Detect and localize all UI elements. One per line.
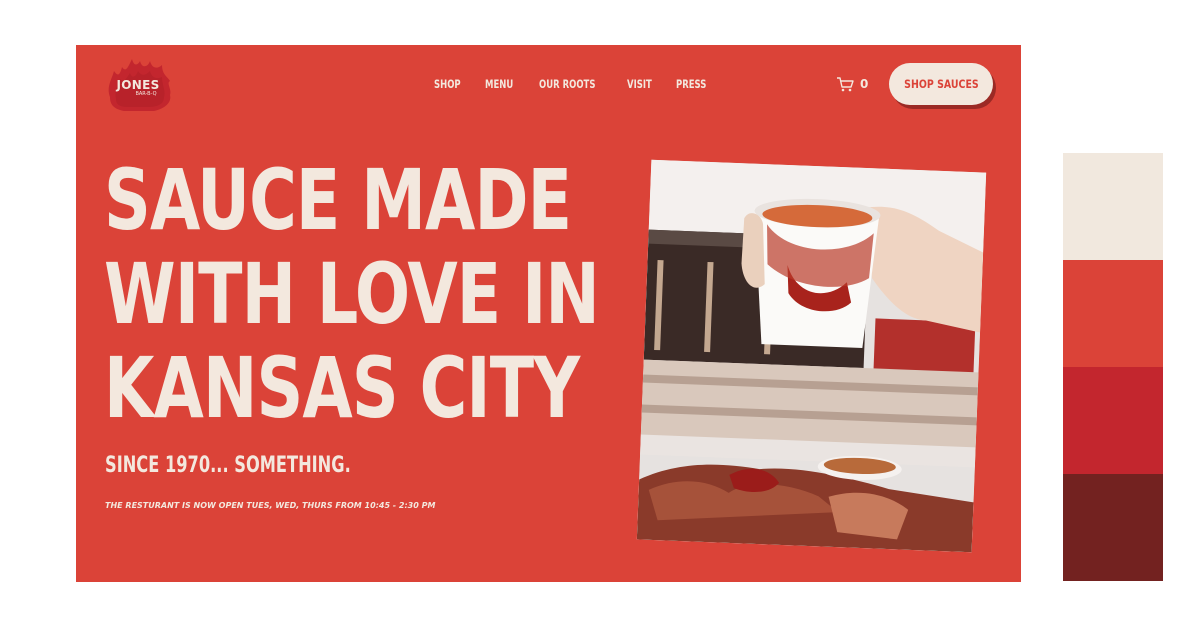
color-palette [1063, 153, 1163, 581]
shop-sauces-button[interactable]: SHOP SAUCES [889, 63, 993, 105]
palette-swatch-red [1063, 260, 1163, 367]
headline-line-3: KANSAS CITY [104, 339, 580, 437]
hero-tagline: SINCE 1970... SOMETHING. [105, 453, 351, 478]
nav-item-shop[interactable]: SHOP [434, 77, 461, 91]
brand-logo[interactable]: JONES BAR-B-Q [104, 57, 174, 113]
nav-item-our-roots[interactable]: OUR ROOTS [539, 77, 595, 91]
headline-line-1: SAUCE MADE [104, 151, 572, 249]
nav-item-menu[interactable]: MENU [485, 77, 513, 91]
hero-photo-sauce-cup [636, 159, 987, 553]
palette-swatch-maroon [1063, 474, 1163, 581]
brand-subtitle: BAR-B-Q [135, 91, 157, 97]
hero-headline: SAUCE MADE WITH LOVE IN KANSAS CITY [104, 151, 600, 437]
brand-name: JONES [116, 78, 160, 92]
cart-button[interactable]: 0 [836, 76, 868, 92]
palette-swatch-cream [1063, 153, 1163, 260]
cart-count: 0 [860, 77, 869, 91]
palette-swatch-deep-red [1063, 367, 1163, 474]
website-frame: JONES BAR-B-Q SHOP MENU OUR ROOTS VISIT … [76, 45, 1021, 582]
cart-icon [837, 77, 854, 92]
headline-line-2: WITH LOVE IN [104, 245, 600, 343]
nav-item-press[interactable]: PRESS [676, 77, 706, 91]
shop-sauces-label: SHOP SAUCES [903, 77, 979, 91]
opening-hours-note: THE RESTURANT IS NOW OPEN TUES, WED, THU… [105, 501, 436, 510]
nav-item-visit[interactable]: VISIT [627, 77, 652, 91]
main-nav: SHOP MENU OUR ROOTS VISIT PRESS [434, 77, 732, 91]
